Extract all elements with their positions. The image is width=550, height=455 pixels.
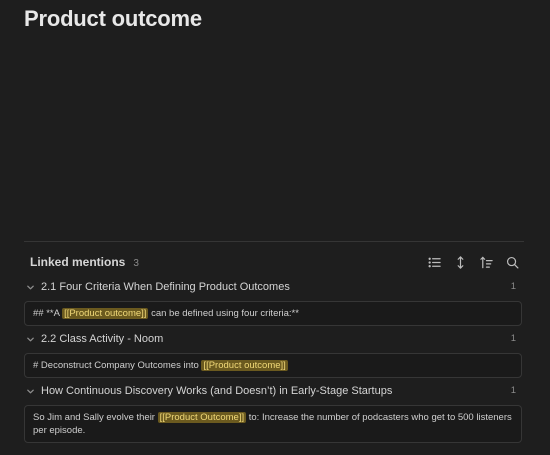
chevron-down-icon[interactable] xyxy=(24,333,36,345)
mention-group-count: 1 xyxy=(510,281,516,292)
mention-snippet[interactable]: So Jim and Sally evolve their [[Product … xyxy=(24,405,522,443)
sort-icon[interactable] xyxy=(478,254,494,270)
mention-group-header[interactable]: How Continuous Discovery Works (and Does… xyxy=(24,383,522,399)
mention-snippet[interactable]: ## **A [[Product outcome]] can be define… xyxy=(24,301,522,326)
page-title: Product outcome xyxy=(24,6,202,31)
linked-mentions-title: Linked mentions xyxy=(30,255,126,269)
linked-mentions-title-wrap: Linked mentions 3 xyxy=(30,255,139,269)
mention-snippet[interactable]: # Deconstruct Company Outcomes into [[Pr… xyxy=(24,353,522,378)
mention-source-title[interactable]: 2.1 Four Criteria When Defining Product … xyxy=(41,281,290,293)
snippet-text: ## **A xyxy=(33,308,63,319)
mentions-toolbar xyxy=(426,254,520,270)
linked-mentions-header: Linked mentions 3 xyxy=(30,252,520,272)
note-page: Product outcome Linked mentions 3 2.1 Fo… xyxy=(0,0,550,455)
mention-group: How Continuous Discovery Works (and Does… xyxy=(24,383,522,443)
linked-mentions-count: 3 xyxy=(133,258,139,269)
mention-group: 2.2 Class Activity - Noom 1 # Deconstruc… xyxy=(24,331,522,378)
mention-source-title[interactable]: 2.2 Class Activity - Noom xyxy=(41,333,163,345)
mention-group: 2.1 Four Criteria When Defining Product … xyxy=(24,279,522,326)
mention-group-count: 1 xyxy=(510,385,516,396)
chevron-down-icon[interactable] xyxy=(24,281,36,293)
highlighted-link[interactable]: [[Product outcome]] xyxy=(62,308,149,319)
chevron-down-icon[interactable] xyxy=(24,385,36,397)
search-icon[interactable] xyxy=(504,254,520,270)
list-icon[interactable] xyxy=(426,254,442,270)
mention-source-title[interactable]: How Continuous Discovery Works (and Does… xyxy=(41,385,392,397)
snippet-text: So Jim and Sally evolve their xyxy=(33,412,158,423)
mention-group-header[interactable]: 2.1 Four Criteria When Defining Product … xyxy=(24,279,522,295)
snippet-text: # Deconstruct Company Outcomes into xyxy=(33,360,202,371)
expand-collapse-icon[interactable] xyxy=(452,254,468,270)
highlighted-link[interactable]: [[Product Outcome]] xyxy=(157,412,247,423)
section-divider xyxy=(24,241,524,242)
snippet-text: can be defined using four criteria:** xyxy=(148,308,299,319)
highlighted-link[interactable]: [[Product outcome]] xyxy=(201,360,288,371)
mention-group-header[interactable]: 2.2 Class Activity - Noom 1 xyxy=(24,331,522,347)
mention-group-count: 1 xyxy=(510,333,516,344)
